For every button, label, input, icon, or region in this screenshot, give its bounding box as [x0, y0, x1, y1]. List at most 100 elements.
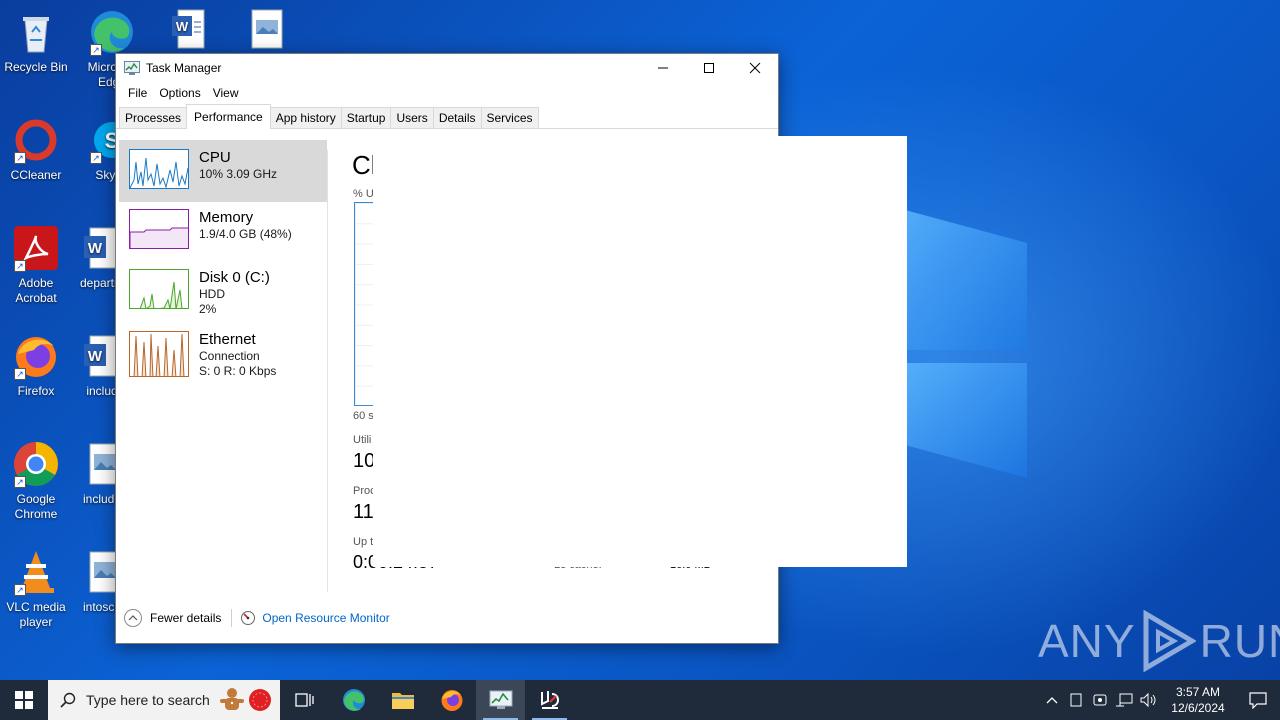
taskbar-edge[interactable]: [329, 680, 378, 720]
pane-divider: [327, 150, 328, 592]
edge-icon: [342, 689, 365, 711]
start-button[interactable]: [0, 680, 48, 720]
maximize-button[interactable]: [686, 54, 732, 82]
tablet-icon: [1070, 693, 1082, 707]
taskbar-anyrun-agent[interactable]: [525, 680, 574, 720]
menu-file[interactable]: File: [122, 86, 153, 100]
firefox-icon: ↗: [12, 332, 60, 380]
tab-strip: Processes Performance App history Startu…: [116, 104, 778, 129]
svg-text:W: W: [88, 348, 103, 365]
folder-icon: [391, 693, 414, 709]
desktop-icon-adobe-acrobat[interactable]: ↗ Adobe Acrobat: [0, 224, 72, 306]
tab-details[interactable]: Details: [432, 107, 482, 128]
task-view-button[interactable]: [280, 680, 329, 720]
footer-separator: [231, 609, 233, 627]
resource-item-cpu[interactable]: CPU 10% 3.09 GHz: [119, 140, 327, 202]
clock-date: 12/6/2024: [1171, 701, 1225, 715]
speaker-icon: [1140, 692, 1156, 708]
play-triangle-icon: [1143, 610, 1196, 672]
utilization-value: 10: [353, 450, 376, 472]
resource-detail: HDD: [199, 287, 225, 301]
resource-item-memory[interactable]: Memory 1.9/4.0 GB (48%): [119, 200, 327, 262]
window-footer: Fewer details Open Resource Monitor: [116, 593, 778, 643]
processes-value: 11: [353, 501, 374, 523]
tab-services[interactable]: Services: [480, 107, 539, 128]
watermark-any: ANY: [1038, 615, 1136, 667]
taskbar-search-box[interactable]: Type here to search: [48, 680, 280, 720]
window-title: Task Manager: [146, 61, 222, 75]
firefox-icon: [441, 690, 462, 711]
ethernet-sparkline: [129, 331, 189, 377]
desktop-icon-vlc[interactable]: ↗ VLC media player: [0, 548, 72, 630]
utilization-label: Utili: [353, 434, 372, 446]
taskbar: Type here to search 3:57 AM 12/6/2024: [0, 680, 1280, 720]
chevron-up-icon: [124, 609, 142, 627]
resource-detail: Connection: [199, 349, 260, 363]
maximize-icon: [704, 63, 714, 73]
shortcut-arrow-icon: ↗: [14, 260, 26, 272]
action-center-button[interactable]: [1236, 680, 1280, 720]
resource-detail-2: S: 0 R: 0 Kbps: [199, 364, 277, 378]
network-icon: [1116, 693, 1133, 707]
shortcut-arrow-icon: ↗: [90, 44, 102, 56]
taskbar-task-manager[interactable]: [476, 680, 525, 720]
menu-view[interactable]: View: [207, 86, 245, 100]
svg-text:W: W: [176, 19, 189, 34]
chevron-up-icon: [1046, 697, 1058, 704]
close-icon: [749, 62, 761, 74]
resource-name: CPU: [199, 149, 231, 166]
search-placeholder: Type here to search: [86, 692, 210, 708]
tray-app-button[interactable]: [1064, 680, 1088, 720]
memory-sparkline: [129, 209, 189, 249]
search-highlight-decoration: [218, 686, 274, 714]
volume-button[interactable]: [1136, 680, 1160, 720]
adobe-acrobat-icon: ↗: [12, 224, 60, 272]
desktop-icon-ccleaner[interactable]: ↗ CCleaner: [0, 116, 72, 183]
tab-startup[interactable]: Startup: [340, 107, 392, 128]
shortcut-arrow-icon: ↗: [90, 152, 102, 164]
menu-bar: File Options View: [116, 82, 778, 104]
ccleaner-icon: ↗: [12, 116, 60, 164]
desktop-icon-firefox[interactable]: ↗ Firefox: [0, 332, 72, 399]
word-document-icon: W: [160, 8, 208, 56]
tab-processes[interactable]: Processes: [119, 107, 188, 128]
desktop-icon-label: Adobe Acrobat: [15, 276, 57, 305]
desktop-icon-label: VLC media player: [6, 600, 66, 629]
graph-time-caption: 60 s: [353, 410, 374, 422]
ornament-icon: [249, 689, 271, 711]
vlc-cone-icon: ↗: [12, 548, 60, 596]
blank-overlay-window[interactable]: [373, 136, 907, 567]
title-bar[interactable]: Task Manager: [116, 54, 778, 82]
windows-start-icon: [15, 691, 33, 709]
close-button[interactable]: [732, 54, 778, 82]
taskbar-firefox[interactable]: [427, 680, 476, 720]
resource-detail: 10% 3.09 GHz: [199, 167, 278, 181]
recycle-bin-icon: [12, 8, 60, 56]
open-resource-monitor-link[interactable]: Open Resource Monitor: [240, 610, 390, 626]
tab-performance[interactable]: Performance: [186, 104, 271, 129]
tab-app-history[interactable]: App history: [269, 107, 342, 128]
cpu-sparkline: [129, 149, 189, 189]
menu-options[interactable]: Options: [153, 86, 206, 100]
watermark-run: RUN: [1199, 615, 1280, 667]
tab-users[interactable]: Users: [390, 107, 434, 128]
resource-item-disk[interactable]: Disk 0 (C:) HDD 2%: [119, 260, 327, 322]
shortcut-arrow-icon: ↗: [14, 368, 26, 380]
system-tray: 3:57 AM 12/6/2024: [1040, 680, 1280, 720]
clock[interactable]: 3:57 AM 12/6/2024: [1160, 684, 1236, 716]
desktop-icon-google-chrome[interactable]: ↗ Google Chrome: [0, 440, 72, 522]
resource-detail-2: 2%: [199, 302, 217, 316]
resource-item-ethernet[interactable]: Ethernet Connection S: 0 R: 0 Kbps: [119, 320, 327, 382]
svg-text:W: W: [88, 240, 103, 257]
minimize-button[interactable]: [640, 54, 686, 82]
show-hidden-icons-button[interactable]: [1040, 680, 1064, 720]
desktop-icon-label: Recycle Bin: [4, 60, 68, 74]
tray-security-button[interactable]: [1088, 680, 1112, 720]
task-manager-icon: [124, 61, 140, 75]
minimize-icon: [658, 67, 668, 69]
desktop-icon-recycle-bin[interactable]: Recycle Bin: [0, 8, 72, 75]
network-button[interactable]: [1112, 680, 1136, 720]
security-icon: [1093, 694, 1107, 706]
taskbar-file-explorer[interactable]: [378, 680, 427, 720]
fewer-details-button[interactable]: Fewer details: [124, 609, 221, 627]
